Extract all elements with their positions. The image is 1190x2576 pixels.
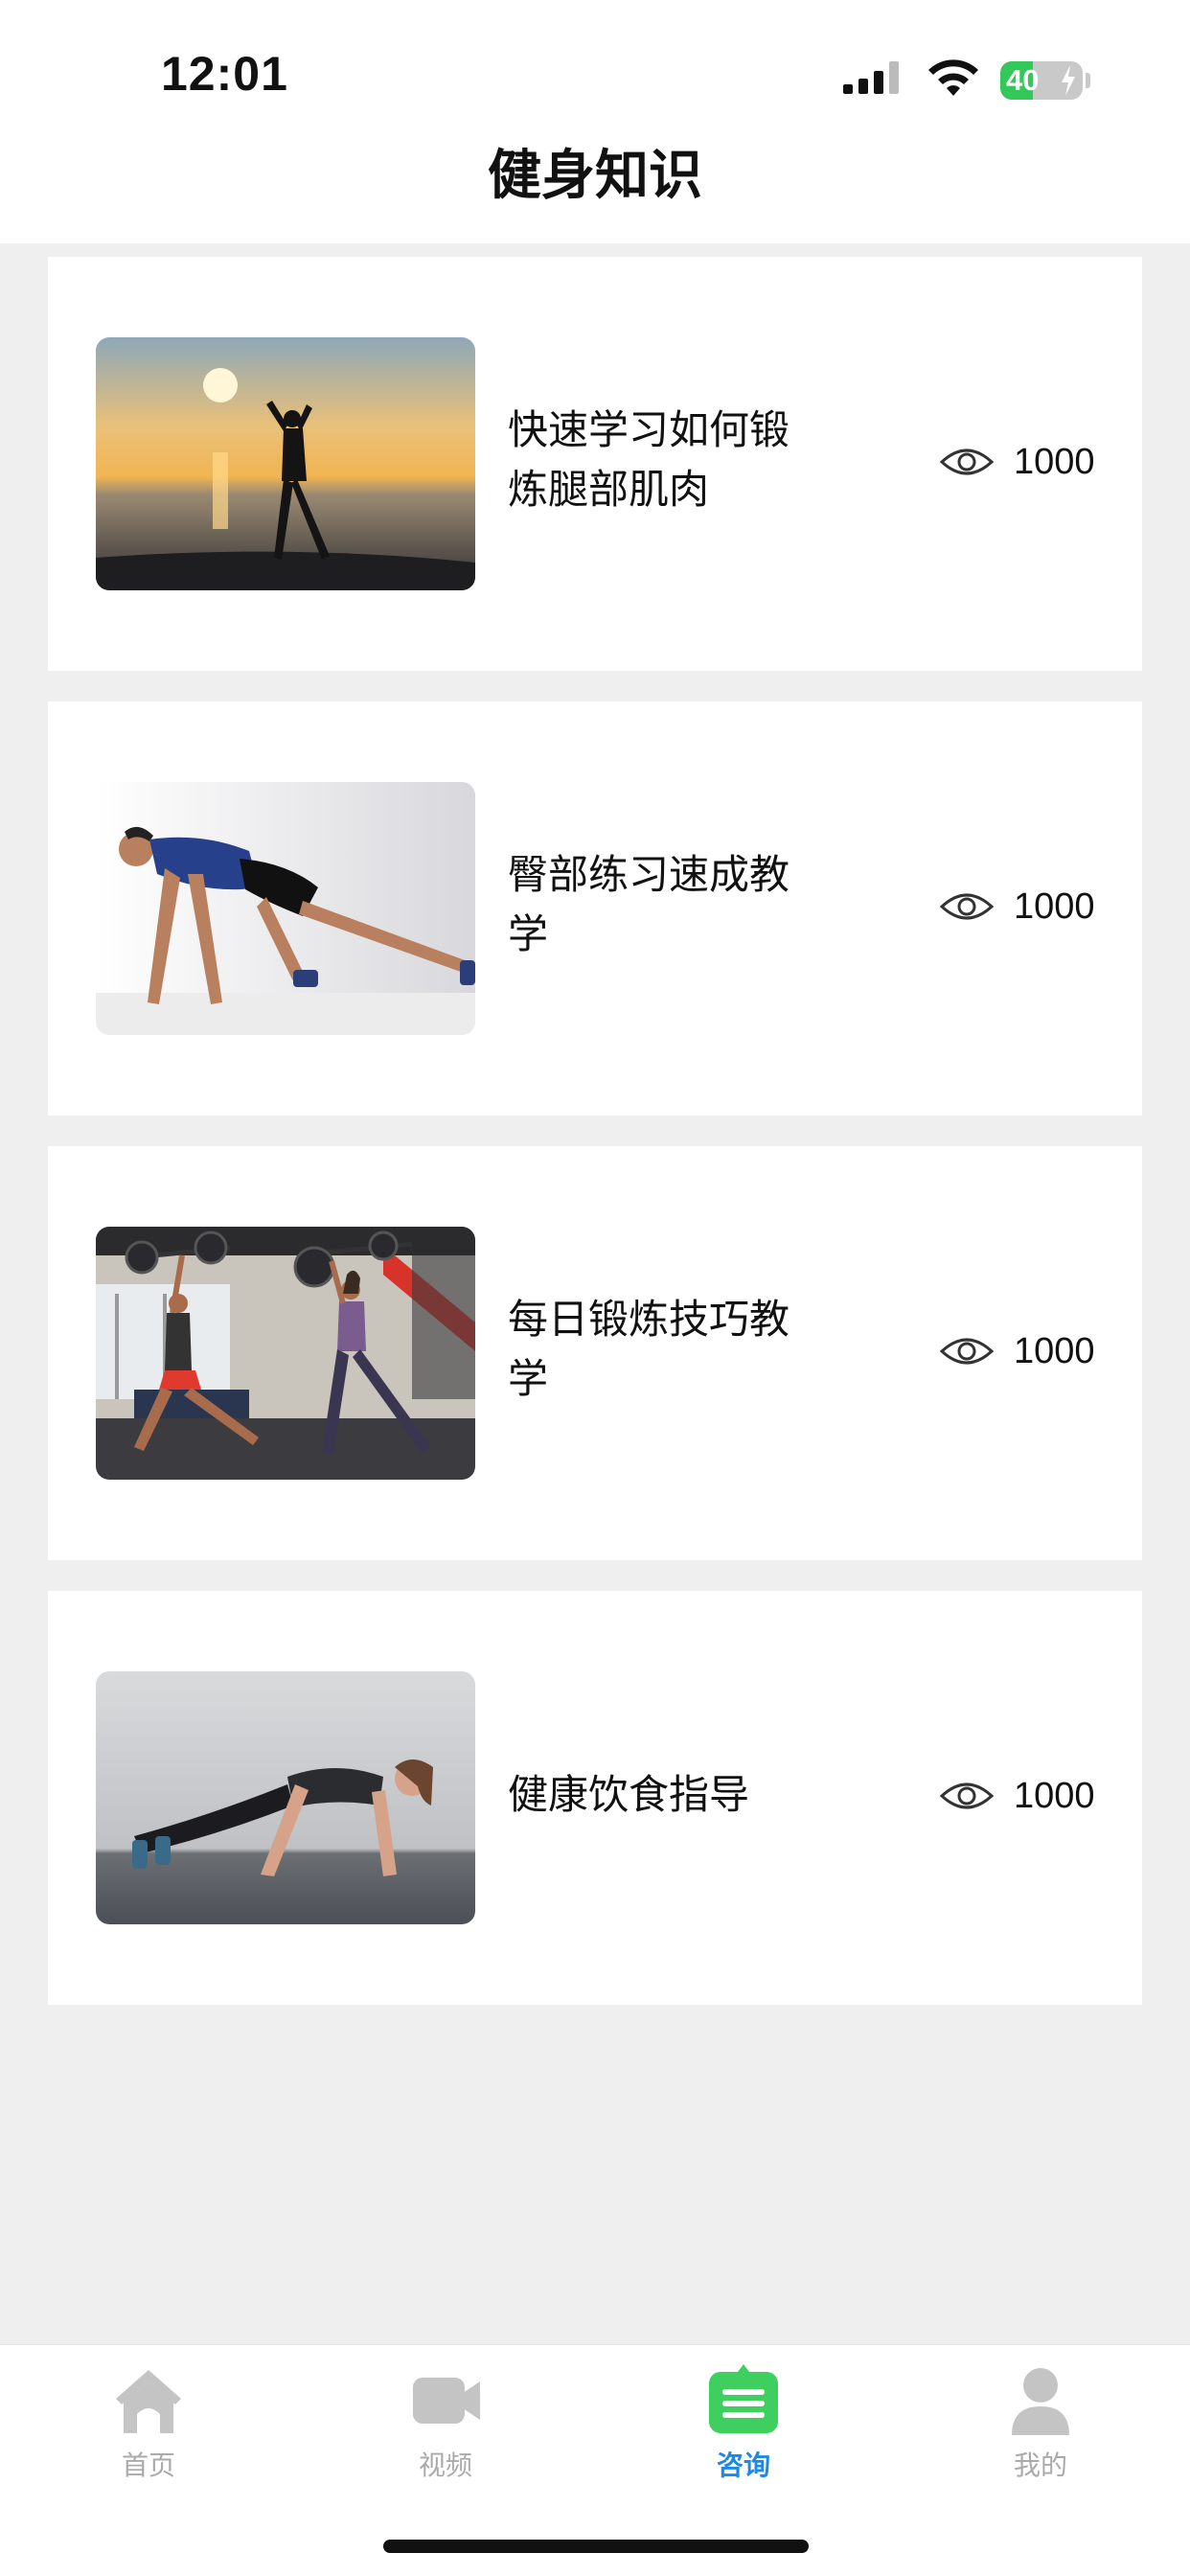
eye-icon bbox=[939, 893, 995, 920]
woman-pushup-photo bbox=[96, 1671, 475, 1924]
article-card[interactable]: 每日锻炼技巧教学 1000 bbox=[48, 1146, 1142, 1560]
tab-label: 咨询 bbox=[716, 2450, 770, 2481]
home-indicator bbox=[383, 2540, 809, 2553]
article-title: 每日锻炼技巧教学 bbox=[508, 1296, 790, 1402]
article-list: 快速学习如何锻炼腿部肌肉 1000 臀部练习速成教学 1000 每日锻炼技巧教学… bbox=[48, 257, 1142, 2036]
battery-cap bbox=[1086, 73, 1090, 88]
battery-charging-icon: 40 bbox=[1000, 61, 1083, 100]
eye-icon bbox=[939, 448, 995, 475]
wifi-icon bbox=[928, 59, 978, 96]
views-count: 1000 bbox=[1014, 441, 1095, 482]
battery-level: 40 bbox=[1006, 63, 1040, 97]
view-count: 1000 bbox=[939, 880, 1095, 933]
user-icon bbox=[1012, 2368, 1069, 2435]
tab-video[interactable]: 视频 bbox=[350, 2362, 541, 2496]
man-lunge-photo bbox=[96, 782, 475, 1035]
views-count: 1000 bbox=[1014, 886, 1095, 927]
page-title: 健身知识 bbox=[488, 145, 702, 207]
home-icon bbox=[116, 2370, 181, 2433]
article-card[interactable]: 快速学习如何锻炼腿部肌肉 1000 bbox=[48, 257, 1142, 671]
video-icon bbox=[413, 2378, 480, 2424]
status-time: 12:01 bbox=[161, 47, 288, 101]
status-bar: 12:01 40 bbox=[0, 0, 1190, 144]
tab-profile[interactable]: 我的 bbox=[945, 2362, 1136, 2496]
tab-label: 首页 bbox=[121, 2450, 175, 2481]
tab-label: 视频 bbox=[418, 2450, 472, 2481]
bolt-icon bbox=[1062, 65, 1075, 96]
article-title: 臀部练习速成教学 bbox=[508, 851, 790, 957]
gym-barbell-photo bbox=[96, 1227, 475, 1480]
sunset-stretch-photo bbox=[96, 337, 475, 590]
signal-icon bbox=[843, 61, 899, 94]
tab-label: 我的 bbox=[1013, 2450, 1067, 2481]
consult-icon bbox=[709, 2364, 778, 2433]
article-title: 快速学习如何锻炼腿部肌肉 bbox=[508, 406, 790, 513]
article-card[interactable]: 健康饮食指导 1000 bbox=[48, 1591, 1142, 2005]
view-count: 1000 bbox=[939, 1769, 1095, 1823]
page-header: 健身知识 bbox=[0, 125, 1190, 243]
views-count: 1000 bbox=[1014, 1330, 1095, 1371]
article-card[interactable]: 臀部练习速成教学 1000 bbox=[48, 702, 1142, 1116]
eye-icon bbox=[939, 1782, 995, 1809]
view-count: 1000 bbox=[939, 1324, 1095, 1378]
tab-consult[interactable]: 咨询 bbox=[648, 2362, 839, 2496]
tab-home[interactable]: 首页 bbox=[53, 2362, 244, 2496]
view-count: 1000 bbox=[939, 435, 1095, 489]
views-count: 1000 bbox=[1014, 1775, 1095, 1816]
article-title: 健康饮食指导 bbox=[508, 1771, 750, 1818]
eye-icon bbox=[939, 1338, 995, 1365]
